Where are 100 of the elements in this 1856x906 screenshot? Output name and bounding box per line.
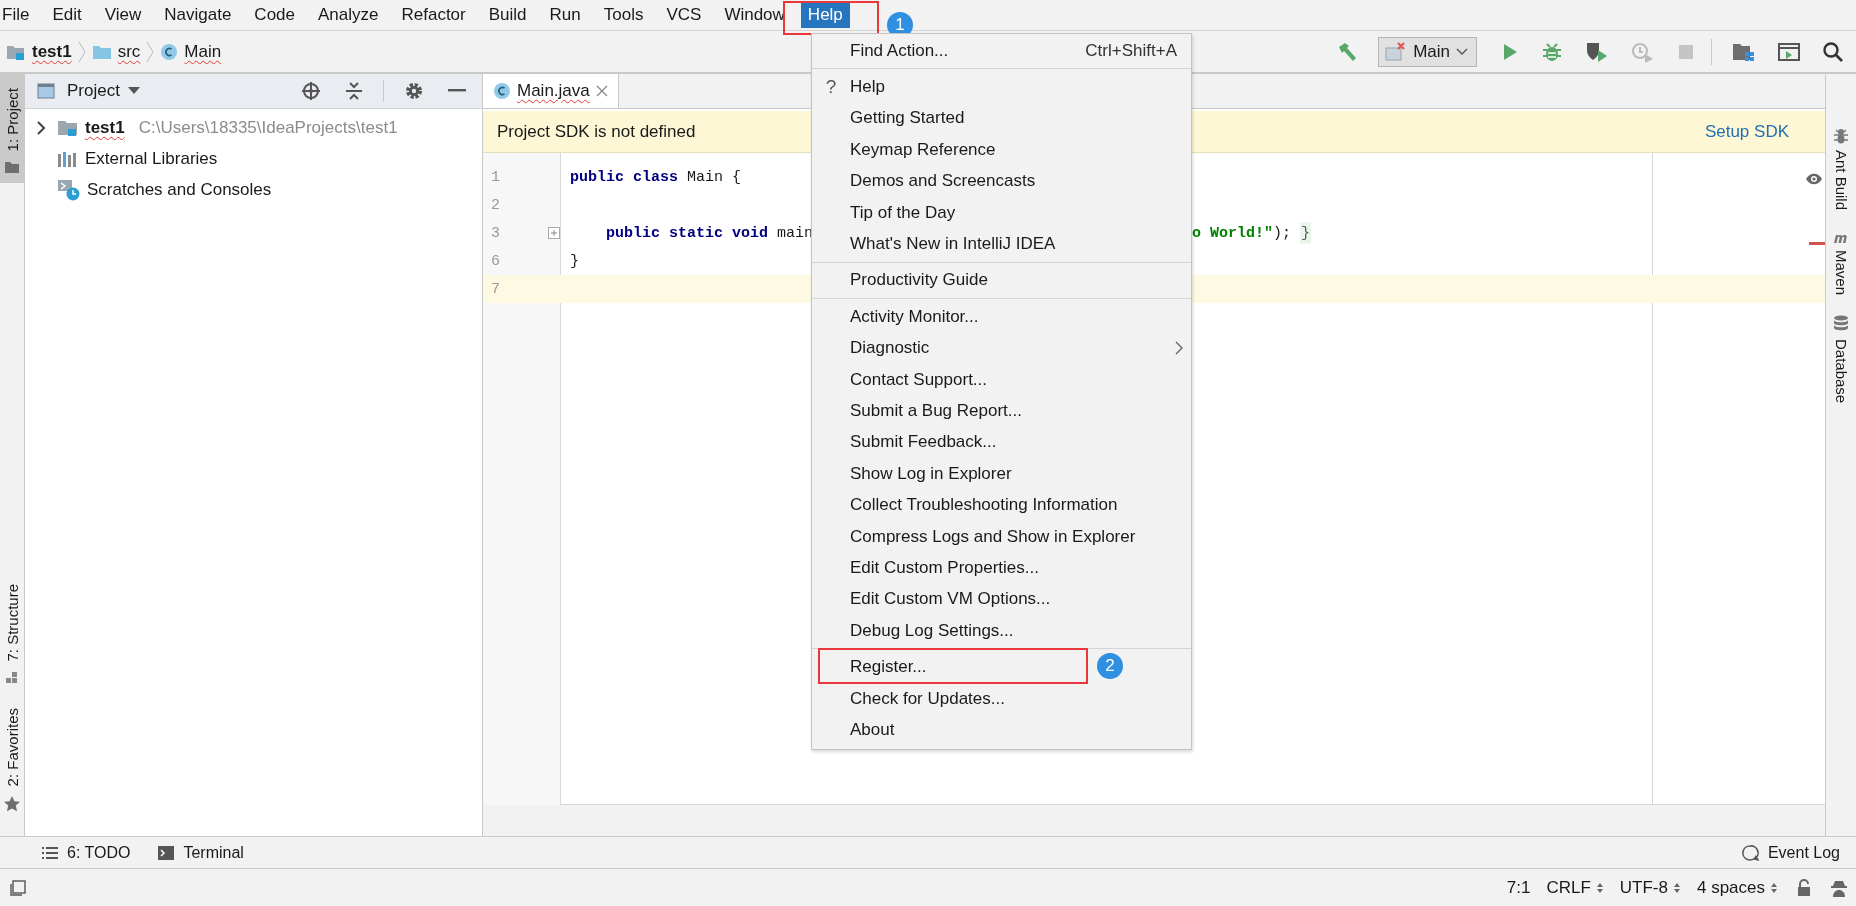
menu-bar-item[interactable]: Run	[542, 2, 588, 28]
menu-item[interactable]: Show Log in Explorer	[850, 463, 1177, 484]
view-dropdown[interactable]: Project	[67, 81, 120, 101]
up-down-arrows-icon[interactable]	[1672, 881, 1681, 894]
menu-item[interactable]: Getting Started	[850, 108, 1177, 129]
collapse-icon[interactable]	[345, 81, 363, 101]
menu-bar-item[interactable]: Build	[481, 2, 534, 28]
hammer-icon[interactable]	[1336, 40, 1359, 63]
status-item[interactable]: 7:1	[1506, 877, 1531, 898]
shield-run-icon[interactable]	[1585, 40, 1609, 63]
menu-bar-item[interactable]: View	[97, 2, 149, 28]
close-icon[interactable]	[595, 85, 608, 97]
tree-item[interactable]: Scratches and Consoles	[87, 179, 272, 200]
code-line: o World!"); }	[1192, 224, 1312, 242]
menu-item[interactable]: Collect Troubleshooting Information	[850, 495, 1177, 516]
event-log-tab[interactable]: Event Log	[1740, 843, 1840, 862]
breadcrumb[interactable]: src	[117, 41, 141, 62]
menu-item[interactable]: Edit Custom VM Options...	[850, 589, 1177, 610]
class-icon	[493, 82, 511, 100]
setup-sdk-link[interactable]: Setup SDK	[1704, 121, 1789, 142]
status-item[interactable]: 4 spaces	[1696, 877, 1765, 898]
run-icon[interactable]	[1501, 41, 1519, 62]
menu-bar-item[interactable]: Code	[247, 2, 302, 28]
menu-bar-item[interactable]: File	[0, 2, 37, 28]
menu-item[interactable]: Check for Updates...	[850, 688, 1177, 709]
menu-bar-item[interactable]: Refactor	[394, 2, 473, 28]
menu-item[interactable]: Submit a Bug Report...	[850, 401, 1177, 421]
person-icon[interactable]	[1830, 878, 1848, 897]
locate-icon[interactable]	[301, 81, 321, 101]
menu-bar-item[interactable]: Navigate	[157, 2, 239, 28]
menu-item[interactable]: Submit Feedback...	[850, 432, 1177, 453]
status-item[interactable]: CRLF	[1546, 877, 1591, 898]
menu-item[interactable]: Help	[850, 77, 1177, 98]
ant-icon	[1833, 128, 1849, 144]
settings-icon[interactable]	[404, 81, 424, 101]
tool-window-tab[interactable]: 7: Structure	[0, 570, 24, 694]
tree-item[interactable]: External Libraries	[85, 148, 218, 169]
tool-window-tab[interactable]: Ant Build	[1832, 128, 1850, 211]
lock-icon[interactable]	[1796, 878, 1812, 897]
project-path: C:\Users\18335\IdeaProjects\test1	[138, 117, 398, 138]
folder-icon	[91, 43, 112, 60]
structure-icon	[6, 671, 18, 684]
help-glyph: ?	[825, 76, 837, 99]
up-down-arrows-icon[interactable]	[1595, 881, 1604, 894]
tool-window-tab[interactable]: Database	[1832, 315, 1850, 404]
speech-bubble-icon	[1740, 843, 1759, 862]
stop-icon	[1677, 42, 1695, 61]
menu-bar-item[interactable]: Edit	[45, 2, 89, 28]
tool-window-tab[interactable]: Terminal	[158, 843, 244, 862]
clock-run-icon	[1631, 40, 1655, 63]
menu-item[interactable]: Productivity Guide	[850, 270, 1177, 291]
code-line: }	[570, 252, 579, 270]
menu-bar-item[interactable]: VCS	[659, 2, 709, 28]
banner-message: Project SDK is not defined	[497, 121, 696, 142]
menu-bar-item[interactable]: Help	[800, 2, 850, 28]
tool-window-tab[interactable]: 1: Project	[0, 74, 24, 184]
eye-icon[interactable]	[1805, 173, 1823, 185]
menu-item[interactable]: Contact Support...	[850, 369, 1177, 390]
menu-bar-item[interactable]: Tools	[596, 2, 651, 28]
folder-icon	[5, 161, 19, 174]
menu-item[interactable]: Edit Custom Properties...	[850, 557, 1177, 578]
class-icon	[160, 42, 179, 61]
bug-icon[interactable]	[1541, 40, 1563, 63]
menu-item[interactable]: What's New in IntelliJ IDEA	[850, 234, 1177, 255]
tree-item[interactable]: test1	[85, 117, 125, 138]
line-number: 2	[490, 196, 501, 214]
list-icon	[42, 846, 58, 859]
tool-window-tab[interactable]: 6: TODO	[42, 843, 131, 862]
shortcut-hint: Ctrl+Shift+A	[1085, 40, 1177, 61]
run-window-icon[interactable]	[1778, 41, 1800, 62]
star-icon	[4, 796, 20, 812]
menu-item[interactable]: Diagnostic	[850, 338, 1175, 359]
search-icon[interactable]	[1822, 40, 1844, 63]
menu-item[interactable]: Keymap Reference	[850, 139, 1177, 160]
menu-item[interactable]: Compress Logs and Show in Explorer	[850, 526, 1177, 547]
toggle-tool-windows-icon[interactable]	[10, 879, 26, 896]
minimize-icon[interactable]	[448, 89, 466, 93]
menu-item[interactable]: Debug Log Settings...	[850, 620, 1177, 641]
line-number: 1	[490, 168, 501, 186]
tool-window-tab[interactable]: Maven	[1832, 230, 1850, 296]
menu-item[interactable]: Tip of the Day	[850, 202, 1177, 223]
menu-item[interactable]: Activity Monitor...	[850, 306, 1177, 327]
menu-item[interactable]: Demos and Screencasts	[850, 171, 1177, 192]
library-icon	[57, 149, 79, 168]
menu-item[interactable]: Find Action...	[850, 40, 1086, 61]
menu-item[interactable]: About	[850, 719, 1177, 740]
run-configuration-dropdown[interactable]: Main	[1378, 36, 1477, 67]
breadcrumb[interactable]: test1	[32, 41, 72, 62]
status-item[interactable]: UTF-8	[1619, 877, 1668, 898]
module-folder-icon	[57, 118, 79, 137]
editor-tab[interactable]: Main.java	[483, 74, 619, 108]
menu-bar-item[interactable]: Window	[717, 2, 792, 28]
chevron-icon	[77, 40, 86, 63]
config-window-icon	[1385, 41, 1408, 62]
terminal-icon	[158, 845, 175, 860]
tool-window-tab[interactable]: 2: Favorites	[0, 693, 24, 822]
breadcrumb[interactable]: Main	[184, 41, 222, 62]
menu-bar-item[interactable]: Analyze	[311, 2, 386, 28]
caret-icon[interactable]	[127, 87, 140, 95]
up-down-arrows-icon[interactable]	[1770, 881, 1778, 894]
